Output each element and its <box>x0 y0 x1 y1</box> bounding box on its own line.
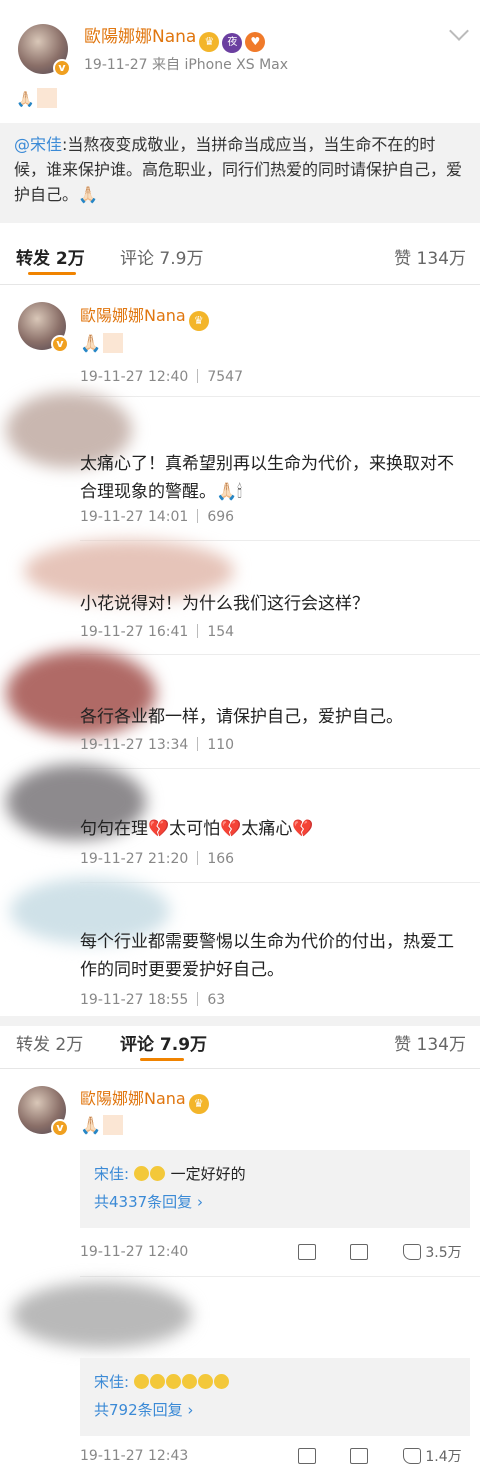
post-text: 🙏🏻 <box>16 88 57 108</box>
repost-text: 🙏🏻 <box>80 330 470 358</box>
comment-actions: 3.5万 <box>298 1242 462 1262</box>
active-tab-indicator <box>28 272 76 275</box>
share-icon[interactable] <box>298 1448 316 1464</box>
divider <box>80 768 480 769</box>
comment-time: 19-11-27 12:40 <box>80 1244 189 1260</box>
tab-repost[interactable]: 转发 2万 <box>16 1030 83 1055</box>
avatar[interactable] <box>12 1282 192 1348</box>
reply-line: 宋佳: <box>94 1368 456 1396</box>
tab-repost[interactable]: 转发 2万 <box>16 244 85 269</box>
crying-face-icon <box>165 1374 181 1389</box>
divider <box>80 654 480 655</box>
repost-text: 每个行业都需要警惕以生命为代价的付出，热爱工作的同时更要爱护好自己。 <box>80 932 454 980</box>
repost-meta: 19-11-27 14:01 696 <box>80 509 235 525</box>
comment-icon[interactable] <box>350 1244 369 1260</box>
quoted-post[interactable]: @宋佳:当熬夜变成敬业，当拼命当成应当，当生命不在的时候，谁来保护谁。高危职业，… <box>0 123 480 223</box>
tab-like[interactable]: 赞 134万 <box>394 1030 466 1055</box>
quoted-post-text: :当熬夜变成敬业，当拼命当成应当，当生命不在的时候，谁来保护谁。高危职业，同行们… <box>14 135 463 204</box>
verified-icon: v <box>51 335 69 353</box>
reply-line: 宋佳: 一定好好的 <box>94 1165 246 1183</box>
reply-preview[interactable]: 宋佳: 共792条回复 › <box>80 1358 470 1436</box>
verified-icon: v <box>53 59 71 77</box>
divider <box>80 396 480 397</box>
night-icon: 夜 <box>222 33 243 53</box>
view-replies-link[interactable]: 共4337条回复 › <box>94 1188 456 1216</box>
repost-meta: 19-11-27 21:20 166 <box>80 851 235 867</box>
repost-meta: 19-11-27 18:55 63 <box>80 992 226 1008</box>
crown-icon: ♛ <box>188 311 209 331</box>
repost-author-name[interactable]: 歐陽娜娜Nana ♛ <box>80 302 209 331</box>
crying-face-icon <box>149 1374 165 1389</box>
post-author-avatar[interactable]: v <box>18 24 71 77</box>
crown-icon: ♛ <box>199 32 220 52</box>
divider <box>80 1276 480 1277</box>
tab-comment[interactable]: 评论 7.9万 <box>120 1030 207 1055</box>
comment-time: 19-11-27 12:43 <box>80 1448 189 1464</box>
like-count: 1.4万 <box>425 1449 462 1465</box>
chevron-down-icon[interactable] <box>449 21 469 41</box>
avatar[interactable]: v <box>18 1086 69 1137</box>
like-icon[interactable] <box>402 1448 421 1464</box>
repost-meta: 19-11-27 13:34 110 <box>80 737 235 753</box>
reply-author[interactable]: 宋佳: <box>94 1373 129 1391</box>
view-replies-link[interactable]: 共792条回复 › <box>94 1396 456 1424</box>
verified-icon: v <box>51 1119 69 1137</box>
share-icon[interactable] <box>298 1244 316 1260</box>
active-tab-indicator <box>140 1058 184 1061</box>
repost-meta: 19-11-27 16:41 154 <box>80 624 235 640</box>
crying-face-icon <box>133 1374 149 1389</box>
tab-bar-bottom: 转发 2万 评论 7.9万 赞 134万 <box>0 1022 480 1062</box>
like-icon[interactable] <box>402 1244 421 1260</box>
comment-actions: 1.4万 <box>298 1446 462 1466</box>
comment-text: 🙏🏻 <box>80 1112 470 1140</box>
repost-meta: 19-11-27 12:40 7547 <box>80 369 243 385</box>
comment-icon[interactable] <box>350 1448 369 1464</box>
crying-face-icon <box>197 1374 213 1389</box>
crying-face-icon <box>181 1374 197 1389</box>
repost-text: 太痛心了！真希望别再以生命为代价，来换取对不合理现象的警醒。🙏🏻🕯 <box>80 454 454 502</box>
repost-text: 小花说得对！为什么我们这行会这样？ <box>80 594 369 614</box>
divider <box>80 882 480 883</box>
comment-author-name[interactable]: 歐陽娜娜Nana ♛ <box>80 1085 209 1114</box>
crying-face-icon <box>133 1166 149 1181</box>
like-count: 3.5万 <box>425 1245 462 1261</box>
heart-icon: ♥ <box>245 32 266 52</box>
divider <box>0 1068 480 1069</box>
repost-text: 句句在理💔太可怕💔太痛心💔 <box>80 819 314 839</box>
crown-icon: ♛ <box>188 1094 209 1114</box>
avatar[interactable]: v <box>18 302 69 353</box>
repost-text: 各行各业都一样，请保护自己，爱护自己。 <box>80 707 403 727</box>
mention-link[interactable]: @宋佳 <box>14 135 62 154</box>
tab-like[interactable]: 赞 134万 <box>394 244 466 269</box>
reply-author[interactable]: 宋佳: <box>94 1165 129 1183</box>
divider <box>0 284 480 285</box>
crying-face-icon <box>213 1374 229 1389</box>
tab-bar-top: 转发 2万 评论 7.9万 赞 134万 <box>0 236 480 276</box>
post-author-name[interactable]: 歐陽娜娜Nana ♛ 夜 ♥ <box>84 22 266 53</box>
crying-face-icon <box>149 1166 165 1181</box>
reply-preview[interactable]: 宋佳: 一定好好的 共4337条回复 › <box>80 1150 470 1228</box>
tab-comment[interactable]: 评论 7.9万 <box>120 244 203 269</box>
post-meta: 19-11-27 来自 iPhone XS Max <box>84 57 289 73</box>
